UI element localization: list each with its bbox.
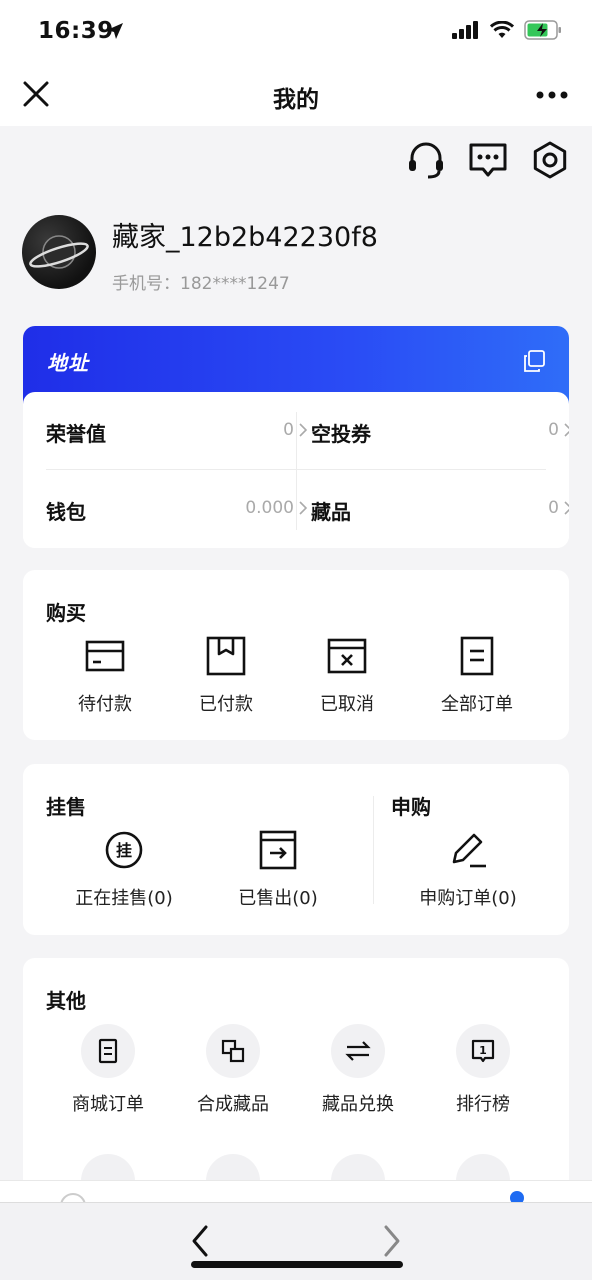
document-icon bbox=[460, 636, 494, 676]
stats-grid: 荣誉值 0 空投券 0 钱包 0.000 藏品 0 bbox=[23, 392, 569, 548]
nav-bar: 我的 bbox=[0, 64, 592, 126]
item-label: 申购订单(0) bbox=[419, 888, 517, 909]
chevron-right-icon bbox=[299, 423, 308, 437]
others-card: 其他 商城订单 合成藏品 藏品兑换 1 排行榜 bbox=[23, 958, 569, 1218]
page-title: 我的 bbox=[273, 87, 319, 113]
status-time: 16:39 bbox=[38, 18, 114, 44]
item-label: 全部订单 bbox=[441, 694, 513, 715]
wifi-icon bbox=[490, 21, 514, 38]
chevron-right-icon bbox=[299, 501, 308, 515]
back-arrow-icon[interactable] bbox=[188, 1223, 212, 1259]
ranking-icon: 1 bbox=[471, 1039, 495, 1063]
profile-header: 藏家_12b2b42230f8 手机号：182****1247 bbox=[22, 215, 570, 305]
stat-value: 0 bbox=[548, 498, 559, 518]
listing-tag-icon: 挂 bbox=[105, 831, 143, 869]
stat-label: 藏品 bbox=[311, 500, 351, 524]
phone-label: 手机号： bbox=[112, 274, 180, 294]
item-label: 已售出(0) bbox=[238, 888, 318, 909]
merge-icon bbox=[221, 1039, 245, 1063]
listing-card: 挂售 申购 挂 正在挂售(0) 已售出(0) 申购订单(0) bbox=[23, 764, 569, 935]
settings-icon[interactable] bbox=[530, 140, 570, 180]
document-icon bbox=[98, 1038, 118, 1064]
stat-value: 0.000 bbox=[245, 498, 294, 518]
svg-text:挂: 挂 bbox=[116, 841, 132, 860]
icon-circle bbox=[331, 1024, 385, 1078]
status-indicators bbox=[452, 20, 562, 40]
stat-collections[interactable]: 藏品 0 bbox=[311, 470, 569, 546]
phone-number: 手机号：182****1247 bbox=[112, 269, 290, 294]
address-title: 地址 bbox=[47, 351, 89, 375]
svg-text:1: 1 bbox=[479, 1044, 487, 1057]
stat-wallet[interactable]: 钱包 0.000 bbox=[46, 470, 308, 546]
home-indicator bbox=[191, 1261, 403, 1268]
divider bbox=[296, 412, 297, 530]
message-icon[interactable] bbox=[468, 140, 508, 180]
stat-label: 钱包 bbox=[46, 500, 86, 524]
edit-icon bbox=[452, 833, 486, 868]
item-label: 正在挂售(0) bbox=[75, 888, 173, 909]
stat-label: 空投券 bbox=[311, 422, 371, 446]
order-all[interactable]: 全部订单 bbox=[417, 634, 537, 716]
listing-title: 挂售 bbox=[46, 795, 86, 819]
listing-sold[interactable]: 已售出(0) bbox=[218, 828, 338, 910]
order-pending-payment[interactable]: 待付款 bbox=[45, 634, 165, 716]
sold-out-icon bbox=[259, 830, 297, 870]
purchase-title: 购买 bbox=[46, 601, 86, 625]
item-label: 待付款 bbox=[78, 694, 132, 715]
customer-service-icon[interactable] bbox=[406, 140, 446, 180]
item-label: 藏品兑换 bbox=[322, 1094, 394, 1115]
card-icon bbox=[85, 640, 125, 672]
browser-toolbar bbox=[0, 1202, 592, 1280]
others-title: 其他 bbox=[46, 989, 86, 1013]
username: 藏家_12b2b42230f8 bbox=[112, 222, 378, 253]
item-label: 排行榜 bbox=[456, 1094, 510, 1115]
phone-value: 182****1247 bbox=[180, 274, 290, 294]
location-arrow-icon bbox=[107, 23, 123, 39]
cellular-signal-icon bbox=[452, 21, 478, 39]
subscribe-title: 申购 bbox=[391, 795, 431, 819]
stat-value: 0 bbox=[283, 420, 294, 440]
listing-active[interactable]: 挂 正在挂售(0) bbox=[64, 828, 184, 910]
purchase-card: 购买 待付款 已付款 已取消 全部订单 bbox=[23, 570, 569, 740]
status-bar: 16:39 bbox=[0, 0, 592, 64]
address-card: 地址 荣誉值 0 空投券 0 钱包 0.000 藏品 0 bbox=[23, 326, 569, 548]
item-label: 商城订单 bbox=[72, 1094, 144, 1115]
stat-label: 荣誉值 bbox=[46, 422, 106, 446]
divider bbox=[373, 796, 374, 904]
chevron-right-icon bbox=[564, 423, 569, 437]
icon-circle bbox=[81, 1024, 135, 1078]
stat-airdrop[interactable]: 空投券 0 bbox=[311, 392, 569, 468]
item-label: 已取消 bbox=[320, 694, 374, 715]
stat-value: 0 bbox=[548, 420, 559, 440]
subscribe-orders[interactable]: 申购订单(0) bbox=[408, 828, 528, 910]
more-icon[interactable] bbox=[536, 90, 568, 100]
avatar[interactable] bbox=[22, 215, 96, 289]
cancelled-icon bbox=[327, 638, 367, 674]
leaderboard[interactable]: 1 排行榜 bbox=[423, 1024, 543, 1116]
top-actions bbox=[406, 140, 570, 180]
order-cancelled[interactable]: 已取消 bbox=[287, 634, 407, 716]
copy-icon[interactable] bbox=[523, 350, 545, 372]
icon-circle bbox=[206, 1024, 260, 1078]
planet-icon bbox=[29, 235, 89, 269]
stat-honor[interactable]: 荣誉值 0 bbox=[46, 392, 308, 468]
exchange-collections[interactable]: 藏品兑换 bbox=[298, 1024, 418, 1116]
synthesize-collections[interactable]: 合成藏品 bbox=[173, 1024, 293, 1116]
item-label: 已付款 bbox=[199, 694, 253, 715]
box-icon bbox=[206, 636, 246, 676]
forward-arrow-icon[interactable] bbox=[380, 1223, 404, 1259]
icon-circle: 1 bbox=[456, 1024, 510, 1078]
chevron-right-icon bbox=[564, 501, 569, 515]
order-paid[interactable]: 已付款 bbox=[166, 634, 286, 716]
mall-orders[interactable]: 商城订单 bbox=[48, 1024, 168, 1116]
item-label: 合成藏品 bbox=[197, 1094, 269, 1115]
exchange-icon bbox=[345, 1041, 371, 1061]
tab-bar bbox=[0, 1180, 592, 1219]
battery-charging-icon bbox=[524, 20, 561, 40]
